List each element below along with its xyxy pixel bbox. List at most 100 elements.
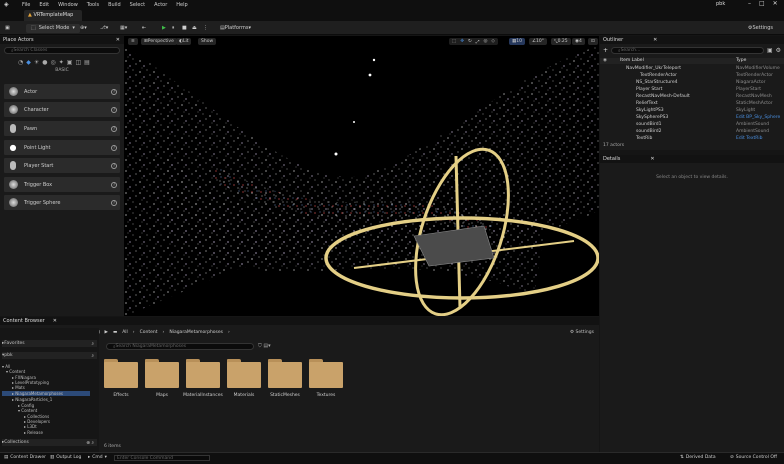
breadcrumb-all[interactable]: All xyxy=(122,330,128,335)
menu-select[interactable]: Select xyxy=(130,2,145,8)
row-type-link[interactable]: Edit TextRib xyxy=(736,136,762,141)
place-actors-search[interactable]: ⌕ Search Classes xyxy=(4,47,120,54)
outliner-row[interactable]: NavModifier_UkrTeleport NavModifierVolume xyxy=(600,65,784,72)
grid-snap-button[interactable]: ▦ 10 xyxy=(509,38,525,45)
surface-snap-icon[interactable]: ◇ xyxy=(491,39,494,44)
breadcrumb-content[interactable]: Content xyxy=(140,330,158,335)
perspective-button[interactable]: ⊞ Perspective xyxy=(141,38,177,45)
folder-effects[interactable]: Effects xyxy=(104,357,138,398)
blueprint-icon[interactable]: ⎇▾ xyxy=(100,23,108,33)
close-icon[interactable]: ✕ xyxy=(773,0,778,7)
actor-item-actor[interactable]: Actor? xyxy=(4,84,120,99)
outliner-row[interactable]: ReliefText StaticMeshActor xyxy=(600,100,784,107)
stop-icon[interactable]: ■ xyxy=(182,23,187,33)
outliner-row[interactable]: SkyLightPS3 SkyLight xyxy=(600,107,784,114)
menu-edit[interactable]: Edit xyxy=(39,2,49,8)
outliner-row[interactable]: SkySpherePS3 Edit BP_Sky_Sphere xyxy=(600,114,784,121)
tree-item[interactable]: ▾ Content xyxy=(18,408,37,413)
source-control-button[interactable]: ⊘ Source Control Off xyxy=(730,455,777,460)
add-content-icon[interactable]: ⊕▾ xyxy=(80,23,87,33)
outliner-row[interactable]: TextRib Edit TextRib xyxy=(600,135,784,142)
forward-icon[interactable]: ▶ xyxy=(104,330,107,335)
show-button[interactable]: Show xyxy=(198,38,217,45)
search-icon[interactable]: ⌕ xyxy=(91,353,94,359)
menu-window[interactable]: Window xyxy=(58,2,78,8)
menu-help[interactable]: Help xyxy=(176,2,187,8)
outliner-row[interactable]: TextRenderActor TextRenderActor xyxy=(600,72,784,79)
cinematics-icon[interactable]: ▦▾ xyxy=(120,23,127,33)
console-input[interactable]: Enter Console Command xyxy=(114,455,210,461)
select-mode-dropdown[interactable]: ⬚ Select Mode ▾ xyxy=(26,23,80,33)
actor-item-player-start[interactable]: Player Start? xyxy=(4,158,120,173)
all-classes-icon[interactable]: ▤ xyxy=(84,59,90,66)
volumes-icon[interactable]: ◫ xyxy=(75,59,81,66)
folder-textures[interactable]: Textures xyxy=(309,357,343,398)
basic-icon[interactable]: ◆ xyxy=(26,59,31,66)
maximize-viewport-icon[interactable]: ⊡ xyxy=(588,38,598,45)
viewport-options-icon[interactable]: ≡ xyxy=(128,38,138,45)
platforms-dropdown[interactable]: ▤ Platforms ▾ xyxy=(220,23,251,33)
close-icon[interactable]: ✕ xyxy=(650,156,654,162)
help-icon[interactable]: ? xyxy=(111,162,117,169)
lights-icon[interactable]: ☀ xyxy=(34,59,39,66)
derived-data-button[interactable]: ⇅ Derived Data xyxy=(680,455,716,460)
breadcrumb-current[interactable]: NiagaraMetamorphoses xyxy=(169,330,223,335)
help-icon[interactable]: ? xyxy=(111,125,117,132)
help-icon[interactable]: ? xyxy=(111,199,117,206)
column-item-label[interactable]: Item Label xyxy=(620,58,644,63)
rotation-snap-button[interactable]: ∠ 10° xyxy=(529,38,548,45)
search-icon[interactable]: ⌕ xyxy=(91,341,94,347)
more-options-icon[interactable]: ⋮ xyxy=(203,23,208,33)
camera-speed-button[interactable]: ◉ 4 xyxy=(572,38,585,45)
actor-item-trigger-sphere[interactable]: Trigger Sphere? xyxy=(4,195,120,210)
save-icon[interactable]: ▣ xyxy=(5,23,10,33)
skip-back-icon[interactable]: ⇤ xyxy=(142,23,146,33)
maximize-icon[interactable]: □ xyxy=(759,0,765,7)
rotate-tool-icon[interactable]: ↻ xyxy=(468,39,472,44)
translate-tool-icon[interactable]: ✥ xyxy=(460,39,464,44)
actor-item-trigger-box[interactable]: Trigger Box? xyxy=(4,177,120,192)
favorites-section[interactable]: ▸ Favorites ⌕ xyxy=(2,340,97,347)
close-icon[interactable]: ✕ xyxy=(53,318,57,324)
menu-file[interactable]: File xyxy=(22,2,30,8)
outliner-row[interactable]: soundBird2 AmbientSound xyxy=(600,128,784,135)
folder-materials[interactable]: Materials xyxy=(227,357,261,398)
tree-item[interactable]: ▸ L3Dt xyxy=(24,424,37,429)
tree-item[interactable]: ▸ Release xyxy=(24,430,43,435)
outliner-row[interactable]: RecastNavMesh-Default RecastNavMesh xyxy=(600,93,784,100)
recent-icon[interactable]: ◔ xyxy=(18,59,23,66)
document-tab[interactable]: ▲ VRTemplateMap xyxy=(24,10,82,21)
cinematic-icon[interactable]: ◎ xyxy=(51,59,56,66)
collections-section[interactable]: ▸ Collections ⊕ ⌕ xyxy=(2,439,97,446)
close-icon[interactable]: ✕ xyxy=(116,37,120,43)
pause-icon[interactable]: ⏸ xyxy=(172,23,175,33)
help-icon[interactable]: ? xyxy=(111,106,117,113)
outliner-row[interactable]: soundBird1 AmbientSound xyxy=(600,121,784,128)
gear-icon[interactable]: ⚙ xyxy=(776,47,781,54)
filter-icon[interactable]: ⛉ ▤▾ xyxy=(258,343,271,349)
minimize-icon[interactable]: – xyxy=(748,0,751,7)
scale-tool-icon[interactable]: ⤢ xyxy=(476,39,480,45)
actor-item-point-light[interactable]: ● Point Light? xyxy=(4,140,120,155)
help-icon[interactable]: ? xyxy=(111,88,117,95)
scale-snap-button[interactable]: ⤡ 0.25 xyxy=(551,38,571,45)
select-tool-icon[interactable]: ⬚ xyxy=(452,39,456,44)
folder-maps[interactable]: Maps xyxy=(145,357,179,398)
geometry-icon[interactable]: ▣ xyxy=(67,59,73,66)
folder-material-instances[interactable]: MaterialInstances xyxy=(183,357,223,398)
filter-icon[interactable]: ▣ xyxy=(767,47,773,54)
content-settings-button[interactable]: ⚙ Settings xyxy=(570,330,594,335)
eject-icon[interactable]: ⏏ xyxy=(192,23,197,33)
settings-dropdown[interactable]: ⚙ Settings xyxy=(748,23,773,33)
shapes-icon[interactable]: ● xyxy=(42,59,47,66)
outliner-row[interactable]: NS_StarStructure4 NiagaraActor xyxy=(600,79,784,86)
cmd-dropdown[interactable]: ▸ Cmd ▾ xyxy=(88,455,107,460)
tree-item-selected[interactable]: ▸ NiagaraMetamorphoses xyxy=(2,391,90,396)
add-collection-icon[interactable]: ⊕ ⌕ xyxy=(86,440,94,446)
content-drawer-button[interactable]: ▤ Content Drawer xyxy=(4,455,46,460)
tree-item[interactable]: ▸ NiagaraParticles_1 xyxy=(12,397,52,402)
project-section[interactable]: ▾ pbk ⌕ xyxy=(2,352,97,359)
help-icon[interactable]: ? xyxy=(111,181,117,188)
actor-item-pawn[interactable]: Pawn? xyxy=(4,121,120,136)
outliner-row[interactable]: Player Start PlayerStart xyxy=(600,86,784,93)
